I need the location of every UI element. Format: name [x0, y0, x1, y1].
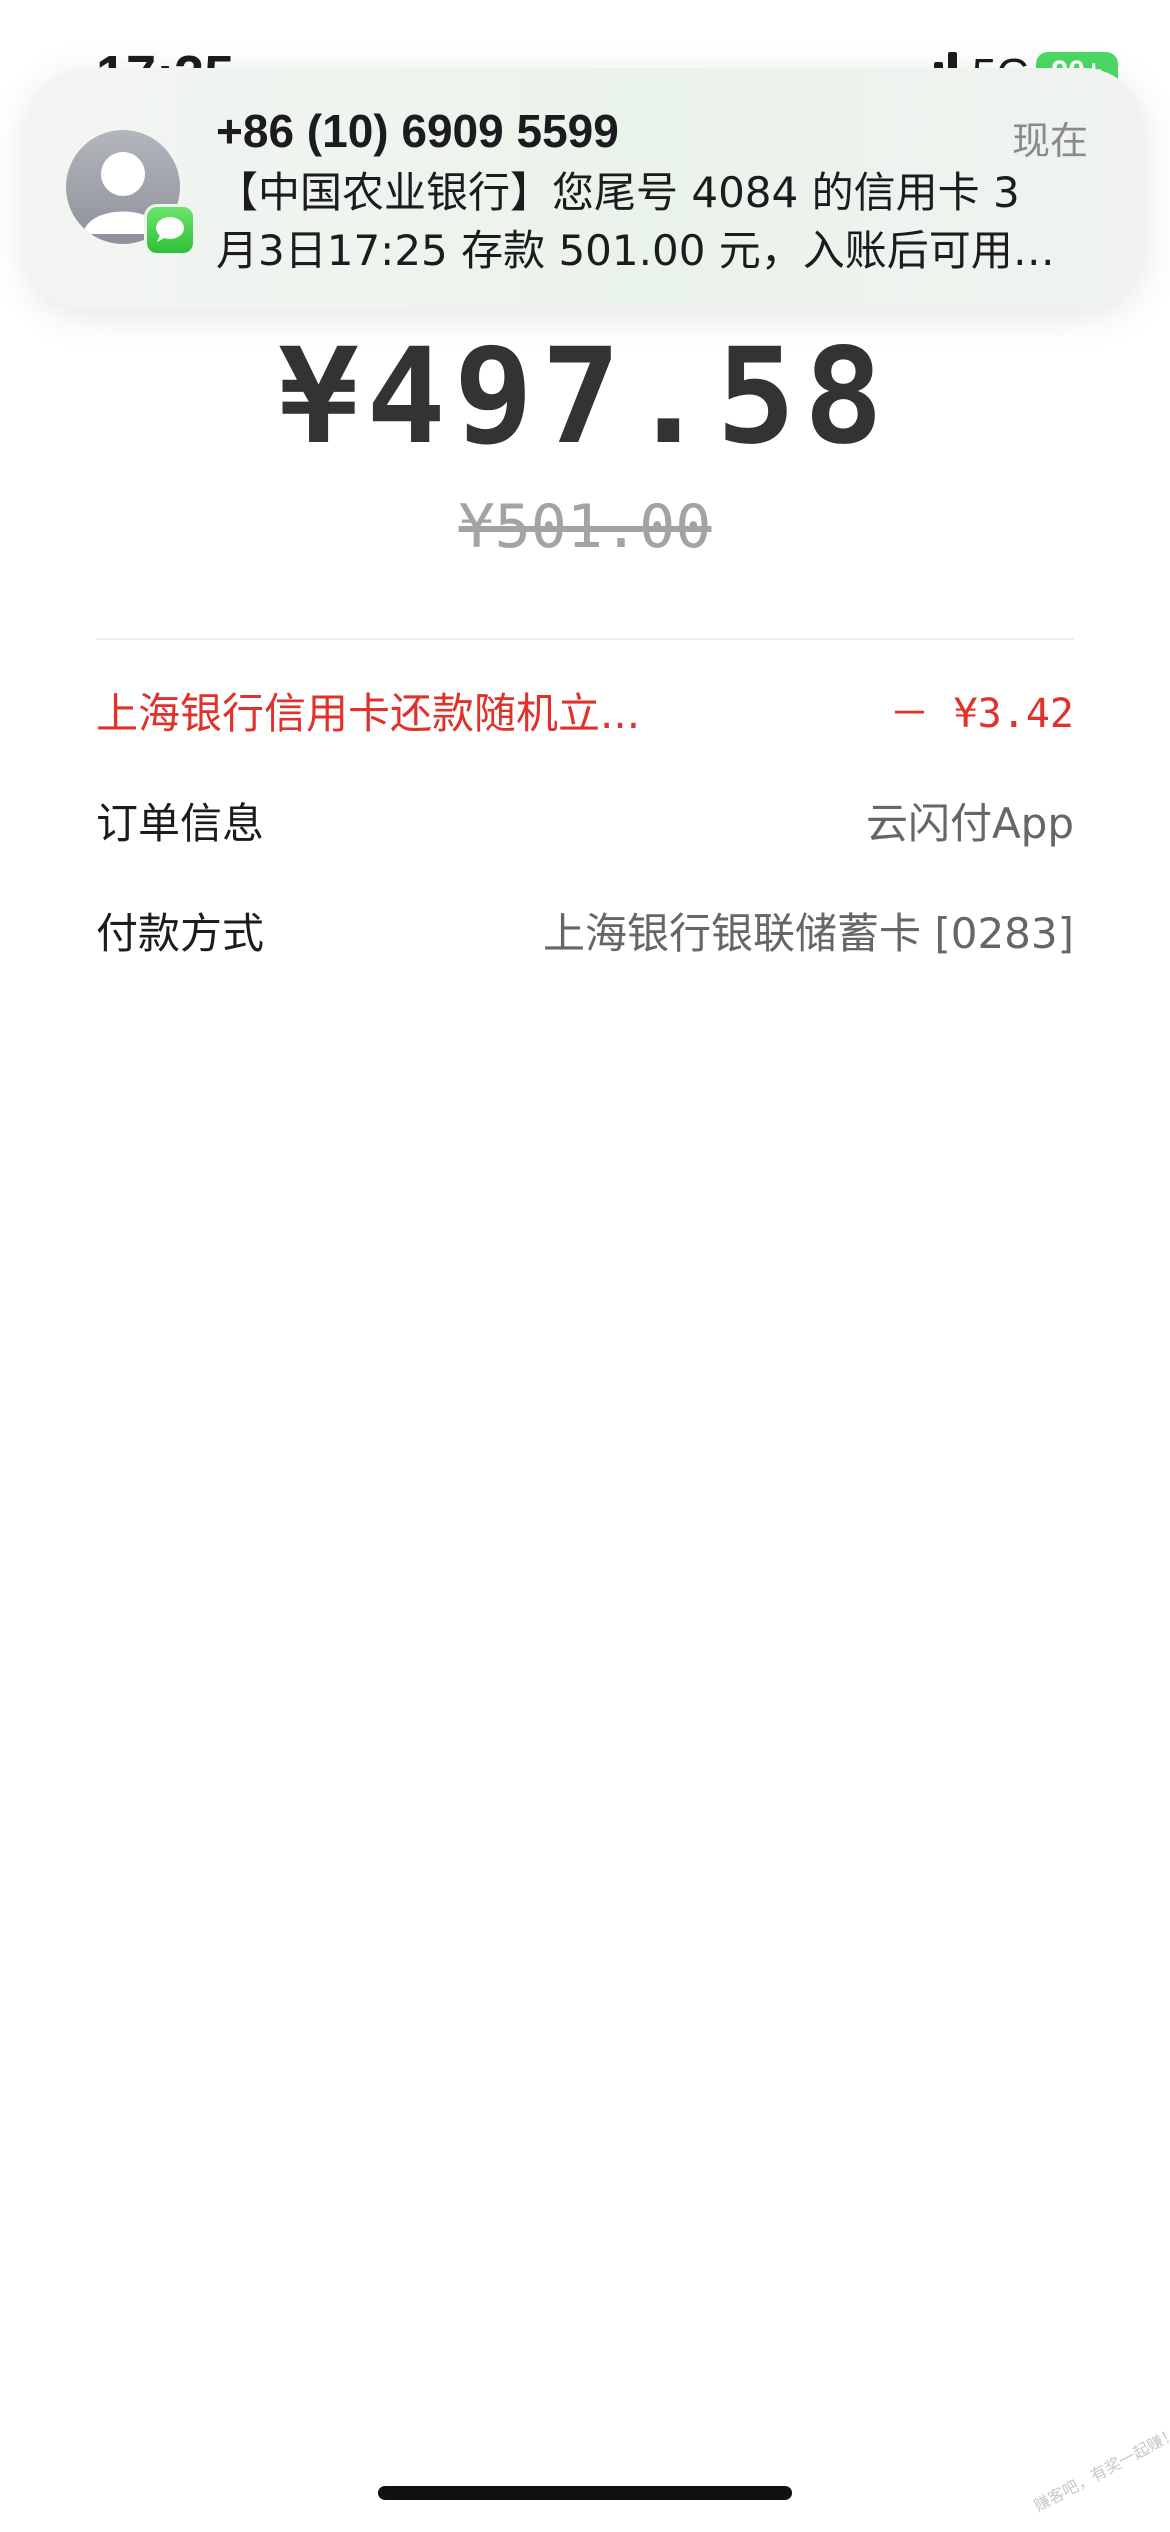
home-indicator[interactable]	[378, 2486, 792, 2500]
divider	[96, 638, 1074, 640]
notification-body: 【中国农业银行】您尾号 4084 的信用卡 3 月3日17:25 存款 501.…	[216, 164, 1096, 280]
sms-notification-banner[interactable]: +86 (10) 6909 5599 现在 【中国农业银行】您尾号 4084 的…	[26, 68, 1144, 308]
payment-method-value: 上海银行银联储蓄卡 [0283]	[542, 909, 1074, 958]
notification-time: 现在	[1011, 119, 1088, 163]
paid-amount: ¥497.58	[278, 320, 892, 474]
discount-label: 上海银行信用卡还款随机立...	[96, 689, 641, 738]
order-info-value: 云闪付App	[865, 799, 1074, 848]
messages-app-icon	[144, 204, 196, 256]
watermark: 赚客吧，有奖一起赚！ www.zuanke8.com	[1030, 2351, 1170, 2516]
order-info-row[interactable]: 订单信息 云闪付App	[96, 784, 1074, 864]
discount-value: － ¥3.42	[889, 691, 1075, 737]
notification-sender: +86 (10) 6909 5599	[216, 105, 619, 157]
order-info-label: 订单信息	[96, 799, 265, 848]
original-amount: ¥501.00	[458, 492, 712, 562]
notification-body-line: 【中国农业银行】您尾号 4084 的信用卡 3	[216, 168, 1020, 217]
notification-body-line: 月3日17:25 存款 501.00 元，入账后可用…	[216, 226, 1055, 275]
payment-method-row[interactable]: 付款方式 上海银行银联储蓄卡 [0283]	[96, 894, 1074, 974]
payment-method-label: 付款方式	[96, 909, 265, 958]
discount-row[interactable]: 上海银行信用卡还款随机立... － ¥3.42	[96, 674, 1074, 754]
